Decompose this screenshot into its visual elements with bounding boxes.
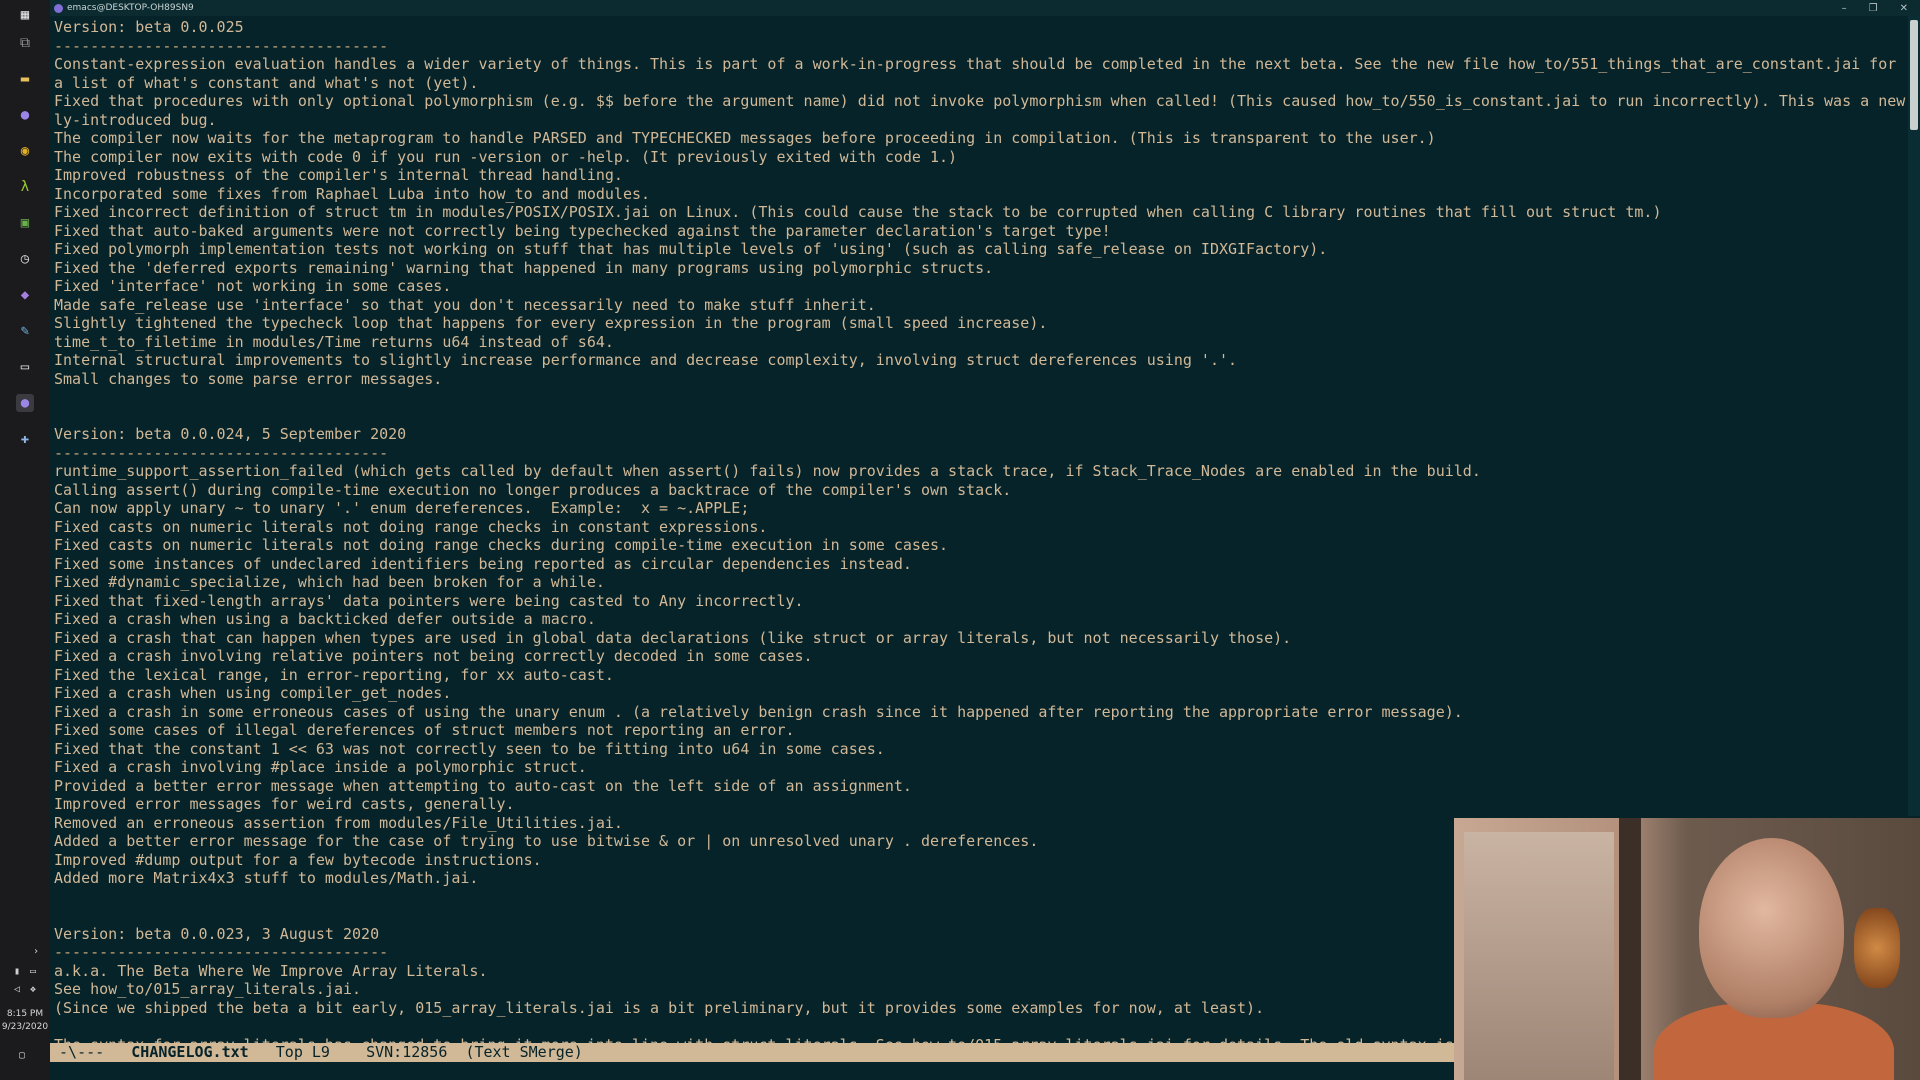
buffer-line: Fixed casts on numeric literals not doin… <box>54 517 768 536</box>
buffer-line: Improved robustness of the compiler's in… <box>54 166 623 184</box>
buffer-line: Fixed a crash when using a backticked de… <box>54 610 596 628</box>
buffer-line: Slightly tightened the typecheck loop th… <box>54 314 1048 332</box>
minimize-button[interactable]: – <box>1842 3 1847 14</box>
battery-icon: ▮ <box>14 966 21 977</box>
emacs-active-icon[interactable]: ● <box>16 394 34 412</box>
text-editor-icon[interactable]: λ <box>16 178 34 196</box>
buffer-line: Fixed a crash involving #place inside a … <box>54 758 587 776</box>
buffer-line: Fixed #dynamic_specialize, which had bee… <box>54 573 605 591</box>
buffer-line: The compiler now exits with code 0 if yo… <box>54 147 958 166</box>
volume-icon[interactable]: ◁ <box>14 984 20 995</box>
close-button[interactable]: ✕ <box>1900 3 1908 14</box>
buffer-line: Fixed that auto-baked arguments were not… <box>54 221 1111 240</box>
buffer-line: time_t_to_filetime in modules/Time retur… <box>54 332 614 351</box>
modeline-mode: (Text SMerge) <box>465 1043 583 1061</box>
buffer-line: Can now apply unary ~ to unary '.' enum … <box>54 499 750 517</box>
visual-studio-icon[interactable]: ◆ <box>16 286 34 304</box>
buffer-line <box>54 407 1908 426</box>
chevron-up-icon[interactable]: › <box>33 946 39 957</box>
window-titlebar[interactable]: emacs@DESKTOP-OH89SN9 – ❐ ✕ <box>50 0 1920 16</box>
buffer-line: Fixed casts on numeric literals not doin… <box>54 536 949 554</box>
chrome-icon[interactable]: ◉ <box>16 142 34 160</box>
file-explorer-icon[interactable]: ▬ <box>16 70 34 88</box>
taskbar: ▦ ⧉ ▬ ● ◉ λ ▣ ◷ ◆ ✎ ▭ ● ✚ › ▮ ▭ ◁ ❖ 8:15… <box>0 0 50 1080</box>
webcam-door-frame <box>1619 818 1641 1080</box>
buffer-line: Fixed 'interface' not working in some ca… <box>54 277 452 295</box>
webcam-overlay <box>1454 818 1920 1080</box>
tool-icon[interactable]: ✎ <box>16 322 34 340</box>
modeline-buffer-name: CHANGELOG.txt <box>131 1043 249 1061</box>
buffer-line: Provided a better error message when att… <box>54 776 912 795</box>
buffer-line: Version: beta 0.0.025 <box>54 18 244 36</box>
screen: emacs@DESKTOP-OH89SN9 – ❐ ✕ ▦ ⧉ ▬ ● ◉ λ … <box>0 0 1920 1080</box>
taskbar-clock[interactable]: 8:15 PM 9/23/2020 <box>0 1008 50 1034</box>
buffer-line: ly-introduced bug. <box>54 110 217 129</box>
buffer-line: Fixed polymorph implementation tests not… <box>54 240 1328 258</box>
clock-app-icon[interactable]: ◷ <box>16 250 34 268</box>
buffer-line: Fixed incorrect definition of struct tm … <box>54 203 1662 221</box>
buffer-line: Fixed the 'deferred exports remaining' w… <box>54 258 994 277</box>
buffer-line: a list of what's constant and what's not… <box>54 73 479 92</box>
buffer-line: ------------------------------------- <box>54 443 389 462</box>
buffer-line: Fixed a crash that can happen when types… <box>54 628 1292 647</box>
webcam-person-head <box>1699 838 1844 1018</box>
buffer-line: Fixed a crash in some erroneous cases of… <box>54 702 1463 721</box>
notifications-icon[interactable]: ▢ <box>19 1050 25 1061</box>
dropbox-icon[interactable]: ❖ <box>30 984 36 995</box>
buffer-line: ------------------------------------- <box>54 36 389 55</box>
buffer-line: Version: beta 0.0.024, 5 September 2020 <box>54 425 407 443</box>
terminal-icon[interactable]: ▣ <box>16 214 34 232</box>
buffer-line: Fixed a crash involving relative pointer… <box>54 647 813 665</box>
buffer-line: The compiler now waits for the metaprogr… <box>54 129 1436 147</box>
webcam-wall-panel <box>1464 832 1614 1080</box>
monitor-icon[interactable]: ▭ <box>16 358 34 376</box>
buffer-line: Made safe_release use 'interface' so tha… <box>54 295 876 314</box>
buffer-line: Internal structural improvements to slig… <box>54 351 1238 369</box>
vertical-scrollbar[interactable] <box>1908 16 1920 816</box>
windows-start-icon[interactable]: ▦ <box>16 6 34 24</box>
buffer-line: Fixed the lexical range, in error-report… <box>54 665 614 684</box>
modeline-vcs: SVN:12856 <box>366 1043 448 1061</box>
modeline-position: Top L9 <box>275 1043 330 1061</box>
buffer-line: Fixed a crash when using compiler_get_no… <box>54 684 452 702</box>
webcam-lamp <box>1854 908 1900 988</box>
maximize-button[interactable]: ❐ <box>1869 3 1878 14</box>
task-view-icon[interactable]: ⧉ <box>16 34 34 52</box>
scrollbar-thumb[interactable] <box>1910 20 1918 130</box>
buffer-line: Small changes to some parse error messag… <box>54 369 443 388</box>
emacs-icon[interactable]: ● <box>16 106 34 124</box>
clock-date: 9/23/2020 <box>1 1022 49 1032</box>
buffer-line: Fixed some instances of undeclared ident… <box>54 554 912 573</box>
buffer-line: Fixed that the constant 1 << 63 was not … <box>54 739 885 758</box>
network-icon[interactable]: ▭ <box>30 966 36 977</box>
buffer-line: Constant-expression evaluation handles a… <box>54 55 1897 73</box>
buffer-line: Fixed that fixed-length arrays' data poi… <box>54 591 804 610</box>
buffer-line: Improved error messages for weird casts,… <box>54 795 515 813</box>
modeline-status: -\--- <box>59 1043 105 1061</box>
buffer-line: Calling assert() during compile-time exe… <box>54 480 1012 499</box>
buffer-line: Incorporated some fixes from Raphael Lub… <box>54 184 651 203</box>
buffer-line: runtime_support_assertion_failed (which … <box>54 462 1481 480</box>
mode-line: -\--- CHANGELOG.txt Top L9 SVN:12856 (Te… <box>50 1043 1454 1062</box>
buffer-line <box>54 388 1908 407</box>
clock-time: 8:15 PM <box>6 1009 44 1019</box>
emacs-app-icon <box>54 3 63 13</box>
window-title: emacs@DESKTOP-OH89SN9 <box>67 3 194 13</box>
buffer-line: Fixed that procedures with only optional… <box>54 92 1906 110</box>
buffer-line: Fixed some cases of illegal dereferences… <box>54 721 795 739</box>
puzzle-icon[interactable]: ✚ <box>16 430 34 448</box>
